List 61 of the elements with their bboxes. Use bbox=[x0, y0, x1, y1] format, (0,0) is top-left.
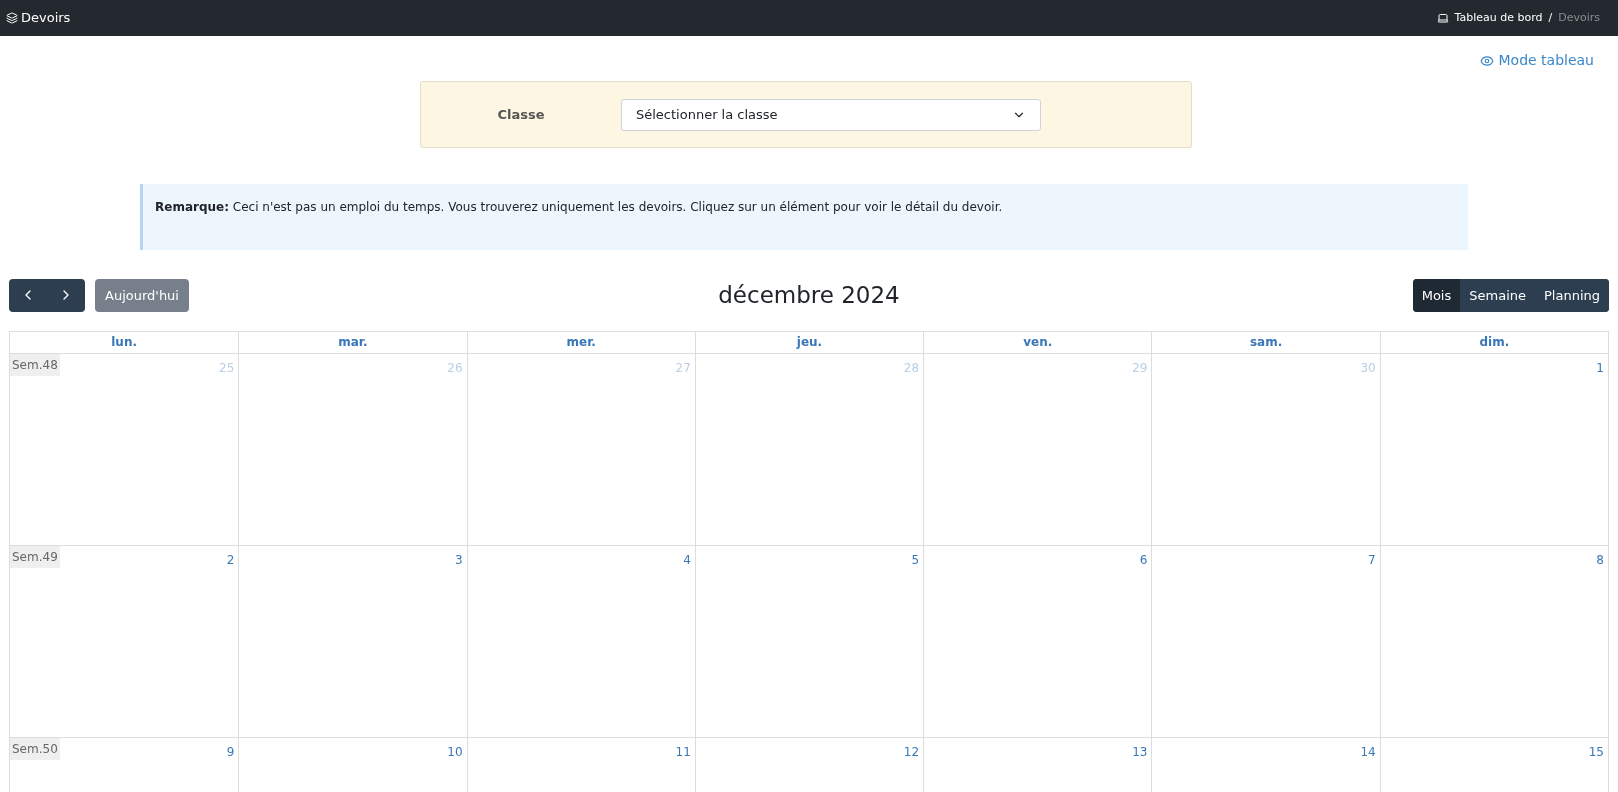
week-number: Sem.50 bbox=[10, 737, 60, 760]
day-number: 8 bbox=[1596, 551, 1604, 569]
day-number: 10 bbox=[447, 743, 463, 761]
day-number: 15 bbox=[1588, 743, 1604, 761]
day-cell[interactable]: 13 bbox=[923, 737, 1152, 792]
day-number: 7 bbox=[1368, 551, 1376, 569]
stack-icon bbox=[6, 12, 18, 24]
class-select[interactable]: Sélectionner la classe bbox=[621, 98, 1041, 131]
day-number: 3 bbox=[454, 551, 463, 569]
day-cell[interactable]: 15 bbox=[1379, 737, 1608, 792]
weekday-header: dim. bbox=[1379, 331, 1608, 354]
weekday-header: ven. bbox=[923, 331, 1152, 354]
weekday-header: sam. bbox=[1151, 331, 1380, 354]
remark-text: Remarque: Ceci n'est pas un emploi du temps. Vous trouverez uniquement les devoirs. Cliquez sur un élément pour voir le détail du devoir. bbox=[155, 200, 1003, 214]
day-cell[interactable]: 12 bbox=[694, 737, 924, 792]
day-number: 1 bbox=[1596, 359, 1604, 377]
week-number: Sem.49 bbox=[10, 545, 60, 568]
day-cell[interactable]: Sem.50 9 bbox=[10, 737, 239, 792]
day-cell[interactable]: Sem.49 2 bbox=[10, 545, 239, 737]
day-cell[interactable]: 10 bbox=[238, 737, 467, 792]
mode-tableau-link[interactable]: Mode tableau bbox=[1480, 50, 1594, 71]
breadcrumb-item: Devoirs bbox=[1558, 9, 1600, 26]
day-number: 5 bbox=[911, 551, 920, 569]
day-cell[interactable]: 11 bbox=[466, 737, 695, 792]
filter-label: Classe bbox=[496, 105, 546, 124]
breadcrumb-separator: / bbox=[1548, 9, 1553, 26]
day-cell[interactable]: Sem.48 25 bbox=[10, 353, 239, 545]
day-number: 29 bbox=[1132, 359, 1148, 377]
day-cell[interactable]: 6 bbox=[923, 545, 1152, 737]
day-number: 14 bbox=[1360, 743, 1376, 761]
app-title[interactable]: Devoirs bbox=[21, 8, 71, 28]
day-number: 26 bbox=[447, 359, 463, 377]
day-number: 11 bbox=[675, 743, 691, 761]
weekday-header: mer. bbox=[466, 331, 695, 354]
view-tab[interactable]: Mois bbox=[1412, 278, 1461, 312]
today-button[interactable]: Aujourd'hui bbox=[95, 278, 189, 312]
laptop-icon bbox=[1436, 12, 1449, 24]
day-number: 13 bbox=[1132, 743, 1148, 761]
day-cell[interactable]: 4 bbox=[466, 545, 695, 737]
day-number: 30 bbox=[1360, 359, 1376, 377]
day-cell[interactable]: 14 bbox=[1151, 737, 1380, 792]
day-number: 12 bbox=[903, 743, 920, 761]
eye-icon bbox=[1480, 53, 1495, 68]
day-cell[interactable]: 5 bbox=[694, 545, 924, 737]
calendar-title: décembre 2024 bbox=[718, 281, 900, 310]
weekday-header: lun. bbox=[10, 331, 239, 354]
day-number: 28 bbox=[903, 359, 920, 377]
day-cell[interactable]: 7 bbox=[1151, 545, 1380, 737]
breadcrumb-item[interactable]: Tableau de bord bbox=[1454, 9, 1543, 27]
day-number: 25 bbox=[219, 359, 235, 377]
day-number: 6 bbox=[1139, 551, 1148, 569]
weekday-header: mar. bbox=[238, 331, 467, 354]
day-cell[interactable]: 1 bbox=[1379, 353, 1608, 545]
day-number: 9 bbox=[226, 743, 235, 761]
weekday-header: jeu. bbox=[694, 331, 924, 354]
day-number: 2 bbox=[226, 551, 235, 569]
day-number: 4 bbox=[683, 551, 691, 569]
day-cell[interactable]: 3 bbox=[238, 545, 467, 737]
week-number: Sem.48 bbox=[10, 353, 60, 376]
day-cell[interactable]: 8 bbox=[1379, 545, 1608, 737]
day-number: 27 bbox=[675, 359, 691, 377]
